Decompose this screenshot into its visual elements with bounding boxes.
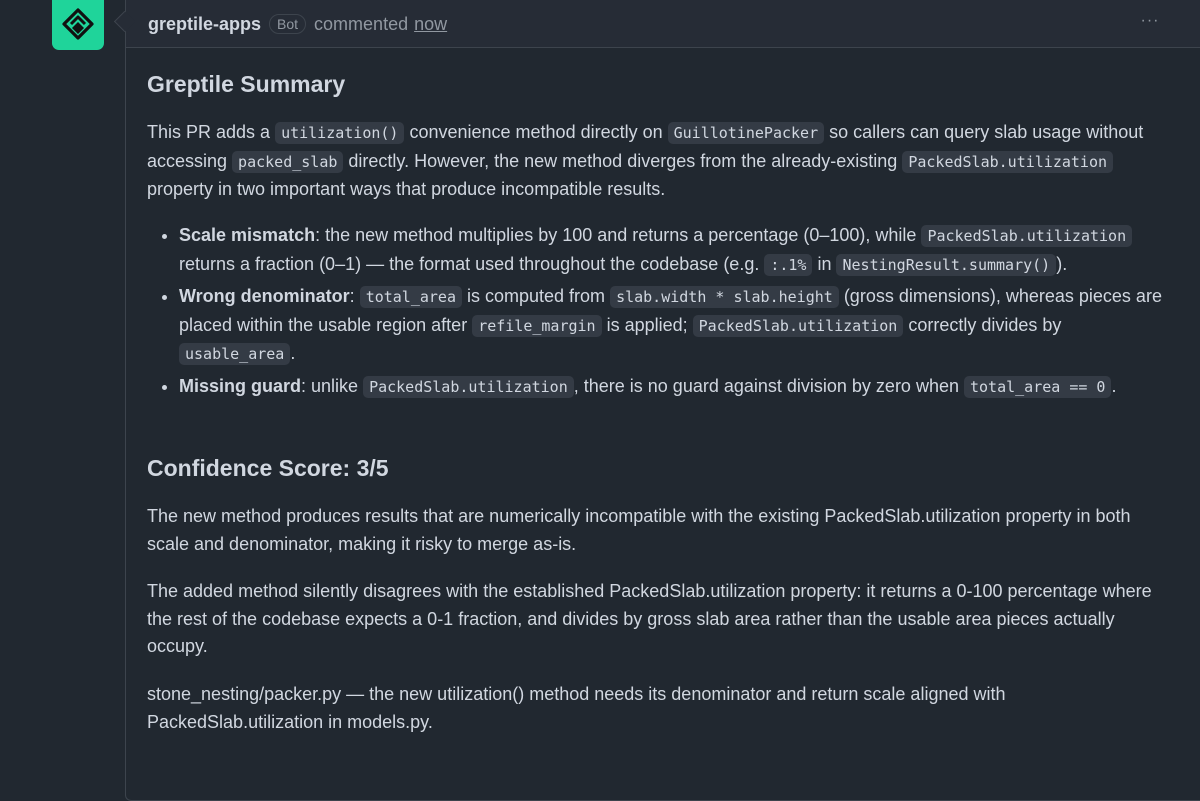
inline-code: slab.width * slab.height [610, 286, 839, 308]
inline-code: PackedSlab.utilization [902, 150, 1114, 173]
text-run: returns a fraction (0–1) — the format us… [179, 253, 765, 274]
text-run: . [1111, 375, 1117, 396]
bullet-label: Scale mismatch [179, 225, 316, 245]
confidence-paragraph-3: stone_nesting/packer.py — the new utiliz… [147, 684, 1006, 732]
confidence-heading: Confidence Score: 3/5 [147, 455, 389, 481]
text-run: directly. However, the new method diverg… [343, 150, 903, 171]
confidence-paragraph-1: The new method produces results that are… [147, 506, 1131, 554]
text-run: in [812, 253, 837, 274]
comment-timestamp-link[interactable]: now [414, 14, 447, 35]
inline-code: :.1% [764, 253, 813, 276]
author-link[interactable]: greptile-apps [148, 14, 261, 35]
text-run: This PR adds a [147, 122, 276, 142]
kebab-menu-icon[interactable]: ··· [1137, 12, 1163, 32]
summary-bullets: Scale mismatch: the new method multiplie… [147, 222, 1167, 405]
text-run: , there is no guard against division by … [573, 375, 964, 396]
bullet-item: Missing guard: unlike PackedSlab.utiliza… [179, 373, 1167, 402]
inline-code: total_area [359, 286, 462, 308]
text-run: : the new method multiplies by 100 and r… [315, 225, 922, 245]
text-run: convenience method directly on [404, 122, 668, 142]
comment-action: commented [314, 13, 409, 34]
inline-code: NestingResult.summary() [836, 253, 1057, 276]
text-run: correctly divides by [903, 314, 1062, 335]
text-run: is applied; [601, 314, 693, 335]
avatar[interactable] [52, 0, 104, 50]
inline-code: refile_margin [472, 314, 602, 337]
text-run: : unlike [301, 375, 364, 396]
comment-meta: greptile-apps Bot commented now [148, 12, 447, 36]
inline-code: packed_slab [232, 150, 344, 173]
confidence-paragraph-2: The added method silently disagrees with… [147, 581, 1152, 656]
greptile-logo-icon [62, 8, 94, 40]
bullet-item: Scale mismatch: the new method multiplie… [179, 222, 1167, 279]
inline-code: PackedSlab.utilization [921, 225, 1133, 247]
text-run: . [290, 343, 296, 363]
bullet-label: Missing guard [179, 375, 302, 396]
inline-code: PackedSlab.utilization [692, 314, 904, 337]
text-run: is computed from [462, 286, 611, 306]
inline-code: PackedSlab.utilization [363, 375, 574, 398]
text-run: property in two important ways that prod… [147, 179, 666, 199]
summary-heading: Greptile Summary [147, 71, 346, 97]
inline-code: usable_area [179, 343, 291, 365]
bullet-item: Wrong denominator: total_area is compute… [179, 283, 1167, 369]
bullet-label: Wrong denominator [179, 286, 350, 306]
text-run: : [349, 286, 360, 306]
text-run: ). [1056, 253, 1068, 274]
inline-code: utilization() [275, 122, 405, 144]
bot-badge: Bot [269, 14, 307, 34]
inline-code: GuillotinePacker [667, 122, 825, 144]
summary-intro: This PR adds a utilization() convenience… [147, 119, 1167, 204]
inline-code: total_area == 0 [963, 375, 1112, 398]
